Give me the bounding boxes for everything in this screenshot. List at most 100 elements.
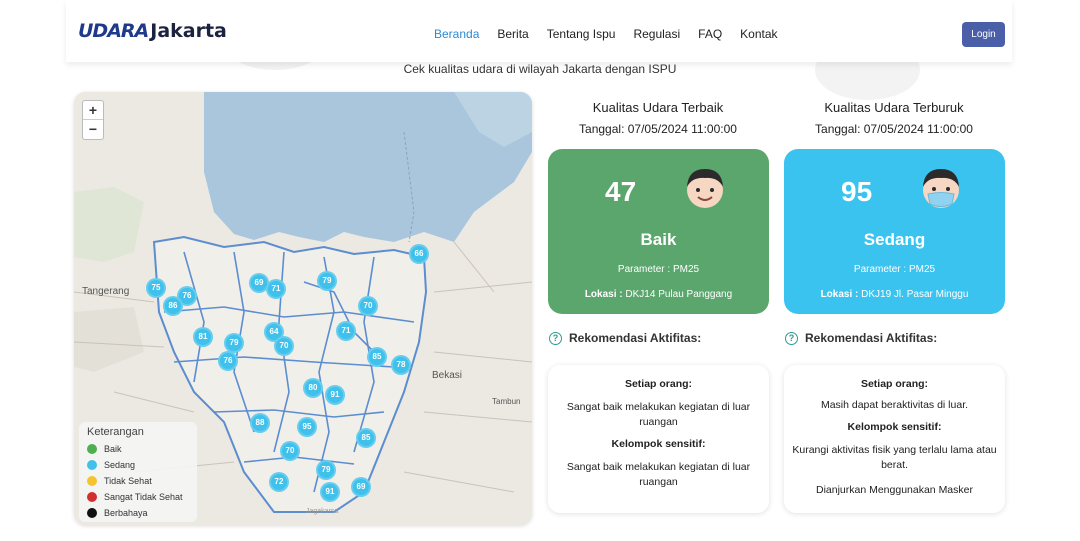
best-sensitive-label: Kelompok sensitif:	[611, 438, 706, 450]
best-air-quality-section: Kualitas Udara Terbaik Tanggal: 07/05/20…	[548, 100, 769, 513]
worst-air-quality-section: Kualitas Udara Terburuk Tanggal: 07/05/2…	[784, 100, 1005, 513]
map-marker[interactable]: 75	[146, 278, 166, 298]
legend-dot	[87, 476, 97, 486]
worst-recommendation-title: Rekomendasi Aktifitas:	[805, 331, 938, 345]
best-location-value: DKJ14 Pulau Panggang	[625, 289, 733, 300]
worst-everyone-text: Masih dapat beraktivitas di luar.	[820, 399, 969, 411]
map-marker[interactable]: 78	[391, 355, 411, 375]
map-label-tambun: Tambun	[492, 397, 521, 406]
legend-item-sedang: Sedang	[87, 457, 189, 473]
map-marker[interactable]: 91	[325, 385, 345, 405]
zoom-in-button[interactable]: +	[83, 101, 103, 120]
nav-link-beranda[interactable]: Beranda	[434, 27, 479, 41]
best-everyone-text: Sangat baik melakukan kegiatan di luar r…	[566, 401, 751, 428]
page-subtitle: Cek kualitas udara di wilayah Jakarta de…	[403, 62, 677, 76]
map-marker[interactable]: 70	[280, 441, 300, 461]
question-icon[interactable]: ?	[785, 331, 798, 345]
map-legend: Keterangan Baik Sedang Tidak Sehat Sanga…	[79, 422, 197, 522]
worst-aqi-category: Sedang	[863, 230, 926, 249]
best-recommendation-title: Rekomendasi Aktifitas:	[569, 331, 702, 345]
map-marker[interactable]: 81	[193, 327, 213, 347]
best-recommendation-box: Setiap orang: Sangat baik melakukan kegi…	[548, 365, 769, 513]
legend-item-baik: Baik	[87, 441, 189, 457]
legend-dot	[87, 492, 97, 502]
smile-face-icon	[687, 169, 723, 208]
worst-aqi-card: 95 Sedang Parameter : PM25 Lokasi : DKJ1…	[784, 149, 1005, 314]
legend-item-sangat-tidak-sehat: Sangat Tidak Sehat	[87, 489, 189, 505]
worst-aqi-value: 95	[841, 176, 873, 207]
navbar: UDARA Jakarta Beranda Berita Tentang Isp…	[66, 0, 1012, 62]
map-marker[interactable]: 66	[409, 244, 429, 264]
best-everyone-label: Setiap orang:	[624, 378, 693, 390]
masked-face-icon	[923, 169, 959, 208]
legend-label: Baik	[104, 444, 122, 454]
worst-date: Tanggal: 07/05/2024 11:00:00	[815, 122, 973, 136]
best-aqi-category: Baik	[640, 230, 677, 249]
worst-location: Lokasi : DKJ19 Jl. Pasar Minggu	[784, 289, 1005, 300]
map-label-bekasi: Bekasi	[432, 370, 463, 381]
map-marker[interactable]: 69	[351, 477, 371, 497]
worst-everyone-label: Setiap orang:	[860, 378, 929, 390]
map-marker[interactable]: 71	[336, 321, 356, 341]
map-marker[interactable]: 79	[224, 333, 244, 353]
best-parameter: Parameter : PM25	[617, 264, 700, 275]
map-marker[interactable]: 85	[367, 347, 387, 367]
map-marker[interactable]: 95	[297, 417, 317, 437]
best-date: Tanggal: 07/05/2024 11:00:00	[579, 122, 737, 136]
worst-parameter: Parameter : PM25	[853, 264, 936, 275]
legend-title: Keterangan	[87, 426, 144, 438]
worst-sensitive-text: Kurangi aktivitas fisik yang terlalu lam…	[792, 444, 997, 471]
map-marker[interactable]: 71	[266, 279, 286, 299]
map-marker[interactable]: 76	[218, 351, 238, 371]
legend-dot	[87, 508, 97, 518]
best-location: Lokasi : DKJ14 Pulau Panggang	[548, 289, 769, 300]
brand-logo[interactable]: UDARA Jakarta	[78, 20, 227, 42]
aqi-map[interactable]: + − Tangerang Bekasi Tambun Jagakarsa 66…	[74, 92, 532, 525]
legend-dot	[87, 460, 97, 470]
nav-link-berita[interactable]: Berita	[497, 27, 528, 41]
map-marker[interactable]: 79	[317, 271, 337, 291]
legend-item-tidak-sehat: Tidak Sehat	[87, 473, 189, 489]
legend-item-berbahaya: Berbahaya	[87, 505, 189, 521]
nav-link-kontak[interactable]: Kontak	[740, 27, 777, 41]
map-label-jagakarsa: Jagakarsa	[306, 508, 339, 515]
legend-label: Sedang	[104, 460, 136, 470]
map-marker[interactable]: 86	[163, 296, 183, 316]
question-icon[interactable]: ?	[549, 331, 562, 345]
best-location-label: Lokasi :	[584, 289, 623, 300]
best-title: Kualitas Udara Terbaik	[592, 100, 724, 115]
nav-link-faq[interactable]: FAQ	[698, 27, 722, 41]
best-aqi-value: 47	[605, 176, 637, 207]
map-zoom-control: + −	[82, 100, 104, 140]
nav-link-tentang-ispu[interactable]: Tentang Ispu	[547, 27, 616, 41]
nav-link-regulasi[interactable]: Regulasi	[633, 27, 680, 41]
worst-location-label: Lokasi :	[820, 289, 859, 300]
brand-logo-jakarta: Jakarta	[150, 20, 227, 42]
zoom-out-button[interactable]: −	[83, 120, 103, 139]
map-label-tangerang: Tangerang	[82, 286, 130, 297]
legend-label: Tidak Sehat	[104, 476, 152, 486]
worst-recommendation-box: Setiap orang: Masih dapat beraktivitas d…	[784, 365, 1005, 513]
worst-sensitive-label: Kelompok sensitif:	[847, 421, 942, 433]
map-marker[interactable]: 70	[358, 296, 378, 316]
worst-recommendation-heading: ? Rekomendasi Aktifitas:	[785, 331, 937, 345]
worst-location-value: DKJ19 Jl. Pasar Minggu	[861, 289, 969, 300]
map-marker[interactable]: 88	[250, 413, 270, 433]
map-marker[interactable]: 80	[303, 378, 323, 398]
best-recommendation-heading: ? Rekomendasi Aktifitas:	[549, 331, 701, 345]
best-sensitive-text: Sangat baik melakukan kegiatan di luar r…	[566, 461, 751, 488]
nav-links: Beranda Berita Tentang Ispu Regulasi FAQ…	[434, 27, 796, 41]
page: UDARA Jakarta Beranda Berita Tentang Isp…	[0, 0, 1080, 541]
map-marker[interactable]: 85	[356, 428, 376, 448]
map-marker[interactable]: 91	[320, 482, 340, 502]
legend-label: Berbahaya	[104, 508, 148, 518]
worst-title: Kualitas Udara Terburuk	[824, 100, 964, 115]
map-marker[interactable]: 79	[316, 460, 336, 480]
legend-dot	[87, 444, 97, 454]
legend-label: Sangat Tidak Sehat	[104, 492, 183, 502]
brand-logo-udara: UDARA	[78, 20, 149, 42]
best-aqi-card: 47 Baik Parameter : PM25 Lokasi : DKJ14 …	[548, 149, 769, 314]
map-marker[interactable]: 70	[274, 336, 294, 356]
map-marker[interactable]: 72	[269, 472, 289, 492]
login-button[interactable]: Login	[962, 22, 1005, 47]
